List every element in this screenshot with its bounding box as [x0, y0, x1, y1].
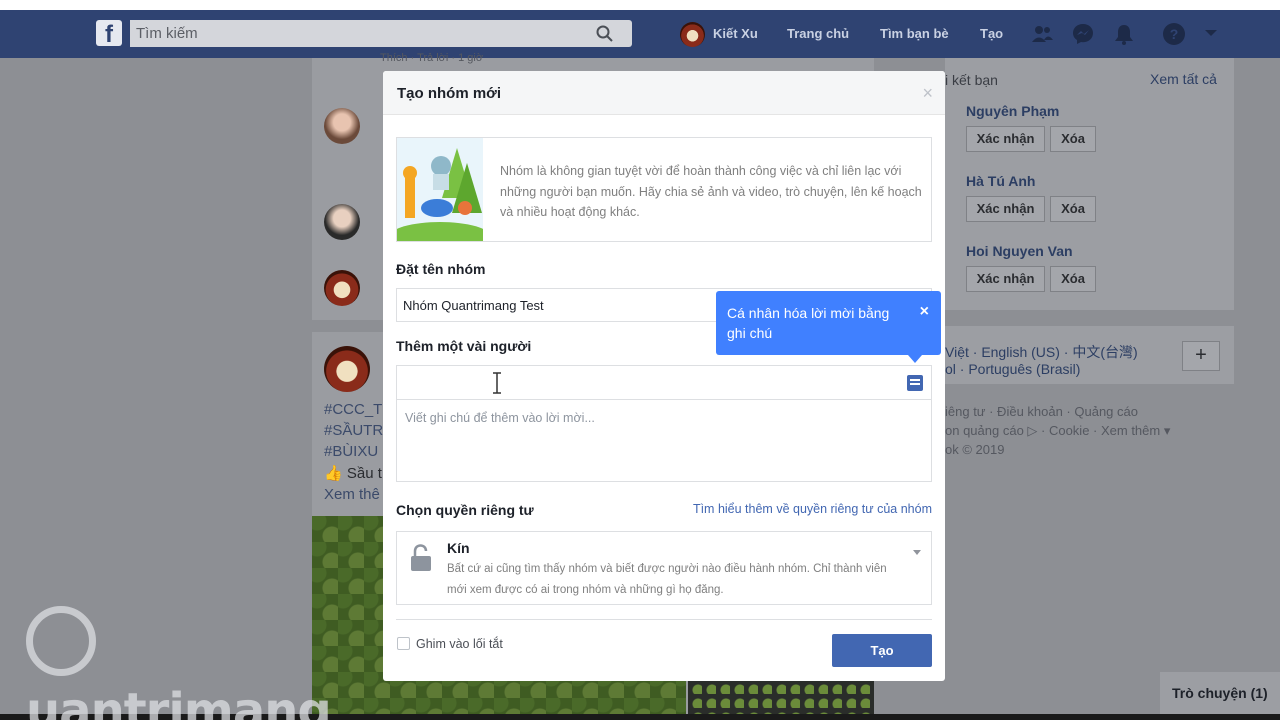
- note-tooltip: Cá nhân hóa lời mời bằng ghi chú ×: [716, 291, 941, 363]
- nav-profile[interactable]: Kiết Xu: [713, 26, 758, 41]
- delete-request-button[interactable]: Xóa: [1050, 266, 1096, 292]
- chevron-down-icon[interactable]: [1204, 28, 1218, 38]
- add-note-icon[interactable]: [907, 375, 923, 391]
- notifications-bell-icon[interactable]: [1112, 22, 1136, 46]
- post-text: 👍 Sầu t: [324, 465, 382, 482]
- privacy-select[interactable]: Kín Bất cứ ai cũng tìm thấy nhóm và biết…: [396, 531, 932, 605]
- friend-request-name[interactable]: Nguyên Phạm: [966, 103, 1059, 119]
- privacy-learn-more-link[interactable]: Tìm hiểu thêm về quyền riêng tư của nhóm: [693, 502, 932, 516]
- add-people-input[interactable]: [403, 371, 883, 395]
- privacy-label: Chọn quyền riêng tư: [396, 502, 534, 518]
- confirm-request-button[interactable]: Xác nhận: [966, 196, 1045, 222]
- nav-find-friends[interactable]: Tìm bạn bè: [880, 26, 949, 41]
- top-strip: [0, 0, 1280, 10]
- post-hashtag[interactable]: #SẦUTR: [324, 422, 383, 439]
- close-icon[interactable]: ×: [922, 83, 933, 104]
- add-people-box: [396, 365, 932, 482]
- chat-tab[interactable]: Trò chuyện (1): [1160, 672, 1280, 714]
- confirm-request-button[interactable]: Xác nhận: [966, 266, 1045, 292]
- search-input[interactable]: [136, 23, 576, 44]
- privacy-option-title: Kín: [447, 540, 470, 556]
- post-author-avatar[interactable]: [324, 346, 370, 392]
- language-links[interactable]: ol · Português (Brasil): [945, 361, 1080, 377]
- close-icon[interactable]: ×: [920, 303, 929, 321]
- search-button[interactable]: [578, 20, 632, 47]
- footer-divider: [396, 619, 932, 620]
- friends-icon[interactable]: [1030, 22, 1054, 46]
- nav-home[interactable]: Trang chủ: [787, 26, 849, 41]
- svg-text:?: ?: [1170, 26, 1179, 42]
- copyright: ok © 2019: [945, 442, 1005, 457]
- text-cursor-icon: [493, 372, 501, 394]
- dropdown-caret-icon: [913, 550, 921, 555]
- post-see-more-link[interactable]: Xem thê: [324, 486, 380, 503]
- topbar: f Kiết Xu Trang chủ Tìm bạn bè Tạo ?: [0, 10, 1280, 58]
- create-group-button[interactable]: Tạo: [832, 634, 932, 667]
- pin-shortcut-label[interactable]: Ghim vào lối tắt: [416, 637, 503, 651]
- friend-request-name[interactable]: Hoi Nguyen Van: [966, 243, 1073, 259]
- footer-links[interactable]: iêng tư · Điều khoản · Quảng cáo: [945, 404, 1138, 419]
- commenter-avatar[interactable]: [324, 108, 360, 144]
- post-hashtag[interactable]: #CCC_T: [324, 401, 382, 418]
- friend-request-name[interactable]: Hà Tú Anh: [966, 173, 1035, 189]
- invite-note-textarea[interactable]: [397, 401, 931, 481]
- watermark-logo: uantrimang: [26, 606, 366, 720]
- my-avatar[interactable]: [324, 270, 360, 306]
- group-name-label: Đặt tên nhóm: [396, 261, 486, 277]
- delete-request-button[interactable]: Xóa: [1050, 126, 1096, 152]
- confirm-request-button[interactable]: Xác nhận: [966, 126, 1045, 152]
- search-box: [130, 20, 632, 47]
- tooltip-arrow: [908, 355, 922, 363]
- privacy-option-description: Bất cứ ai cũng tìm thấy nhóm và biết đượ…: [447, 563, 887, 596]
- watermark-q-icon: [26, 606, 96, 676]
- see-all-link[interactable]: Xem tất cả: [1150, 71, 1217, 87]
- friend-requests-title: i kết bạn: [945, 72, 998, 88]
- delete-request-button[interactable]: Xóa: [1050, 196, 1096, 222]
- footer-links[interactable]: on quảng cáo ▷ · Cookie · Xem thêm ▾: [945, 423, 1170, 439]
- post-hashtag[interactable]: #BÙIXU: [324, 443, 378, 460]
- commenter-avatar[interactable]: [324, 204, 360, 240]
- dialog-header: Tạo nhóm mới ×: [383, 71, 945, 115]
- pin-shortcut-checkbox[interactable]: [397, 637, 410, 650]
- user-avatar[interactable]: [680, 22, 705, 47]
- lock-icon: [411, 544, 431, 571]
- dialog-title: Tạo nhóm mới: [397, 85, 501, 102]
- group-illustration-icon: [397, 138, 483, 241]
- tooltip-text: Cá nhân hóa lời mời bằng ghi chú: [727, 305, 890, 341]
- messenger-icon[interactable]: [1071, 22, 1095, 46]
- nav-create[interactable]: Tạo: [980, 26, 1003, 41]
- create-group-dialog: Tạo nhóm mới × Nhóm là không gian tuyệt …: [383, 71, 945, 681]
- search-icon: [596, 25, 613, 42]
- add-language-button[interactable]: +: [1182, 341, 1220, 371]
- intro-description: Nhóm là không gian tuyệt vời để hoàn thà…: [500, 164, 922, 219]
- comment-actions: Thích · Trả lời · 1 giờ: [380, 52, 484, 64]
- intro-box: Nhóm là không gian tuyệt vời để hoàn thà…: [396, 137, 932, 242]
- language-links[interactable]: Việt · English (US) · 中文(台灣): [945, 342, 1138, 362]
- facebook-logo-icon[interactable]: f: [96, 20, 122, 46]
- add-people-label: Thêm một vài người: [396, 338, 532, 354]
- add-people-row: [397, 366, 931, 400]
- help-icon[interactable]: ?: [1162, 22, 1186, 46]
